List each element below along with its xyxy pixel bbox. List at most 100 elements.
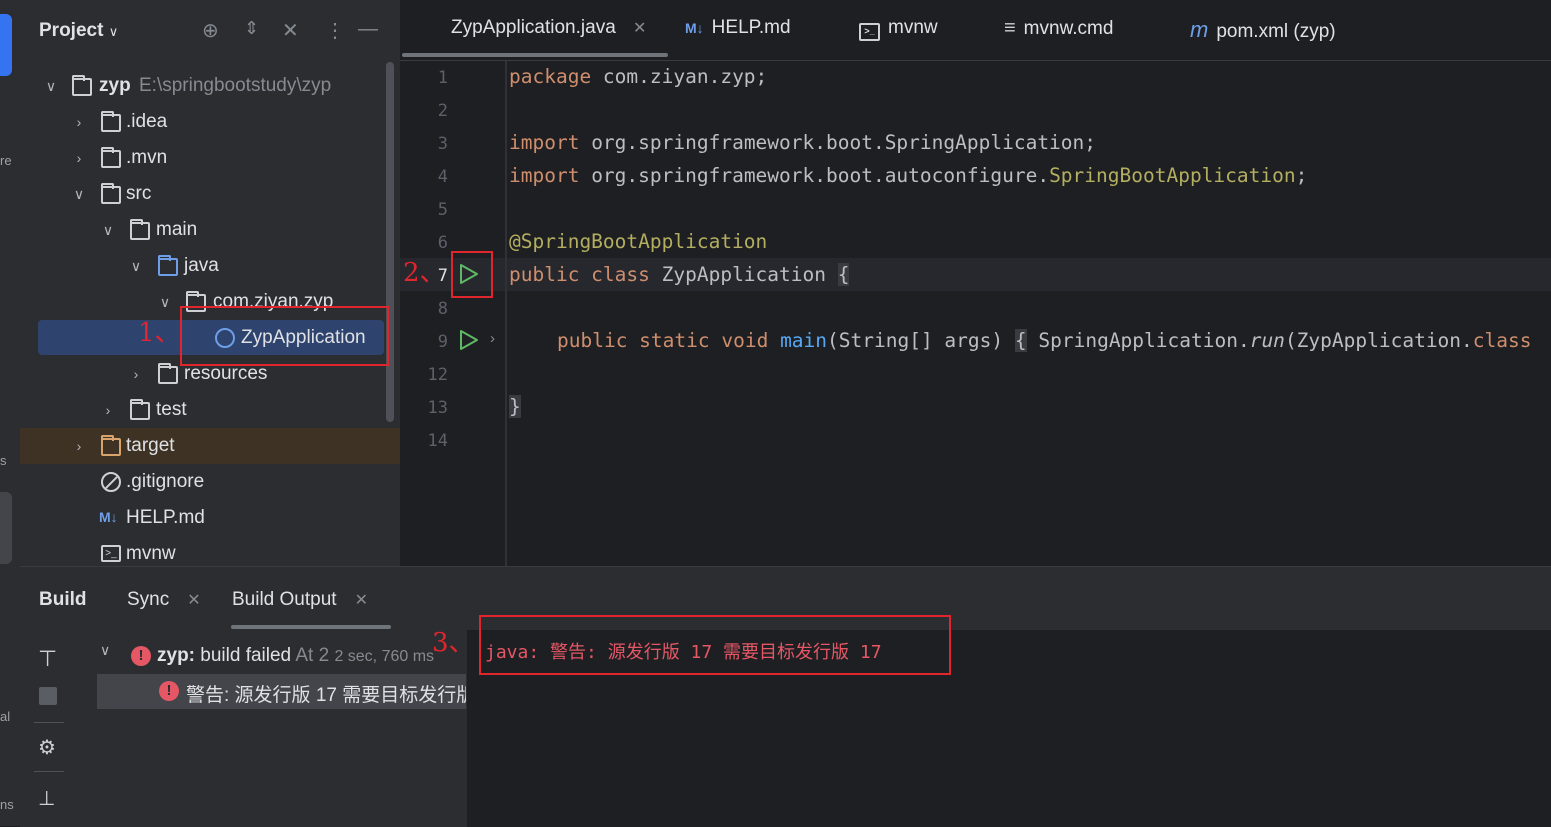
tree-item-main[interactable]: ∨ main bbox=[20, 212, 400, 248]
fold-chevron-icon[interactable]: › bbox=[490, 330, 495, 347]
source-folder-icon bbox=[158, 255, 178, 276]
build-duration: 2 sec, 760 ms bbox=[334, 648, 435, 665]
tree-item-label: .mvn bbox=[126, 147, 168, 168]
terminal-icon: >_ bbox=[859, 23, 880, 41]
code-token: run bbox=[1249, 329, 1285, 352]
tree-item-test[interactable]: › test bbox=[20, 392, 400, 428]
line-number: 3 bbox=[437, 134, 448, 154]
tree-item-gitignore[interactable]: .gitignore bbox=[20, 464, 400, 500]
tree-item-label: src bbox=[126, 183, 152, 204]
tree-item-target[interactable]: › target bbox=[20, 428, 400, 464]
chevron-right-icon[interactable]: › bbox=[127, 356, 145, 392]
code-token: main bbox=[768, 329, 828, 352]
tree-item-label: zyp bbox=[99, 75, 131, 96]
chevron-down-icon[interactable]: ∨ bbox=[127, 248, 145, 284]
tab-build-output[interactable]: Build Output ✕ bbox=[232, 589, 368, 611]
project-title[interactable]: Project ∨ bbox=[39, 20, 118, 42]
tab-label: Build Output bbox=[232, 589, 337, 610]
build-tree-root[interactable]: ∨ ! zyp: build failed At 2 2 sec, 760 ms bbox=[80, 638, 466, 674]
code-line-13: } bbox=[509, 395, 521, 418]
tree-item-help-md[interactable]: M↓ HELP.md bbox=[20, 500, 400, 536]
hammer-icon[interactable]: ⊤ bbox=[38, 646, 57, 672]
chevron-down-icon[interactable]: ∨ bbox=[70, 176, 88, 212]
tree-item-label: test bbox=[156, 399, 187, 420]
chevron-right-icon[interactable]: › bbox=[70, 104, 88, 140]
close-icon[interactable]: ✕ bbox=[355, 592, 368, 609]
tree-item-label: mvnw bbox=[126, 543, 176, 564]
build-tree-warning[interactable]: ! 警告: 源发行版 17 需要目标发行版 bbox=[97, 674, 466, 709]
tab-zypapplication-java[interactable]: ZypApplication.java ✕ bbox=[451, 17, 646, 39]
tab-sync[interactable]: Sync ✕ bbox=[127, 589, 201, 611]
code-line-9: public static void main(String[] args) {… bbox=[557, 329, 1531, 352]
text-file-icon: ≡ bbox=[1004, 17, 1016, 39]
chevron-right-icon[interactable]: › bbox=[99, 392, 117, 428]
error-icon: ! bbox=[131, 646, 151, 666]
strip-label: re bbox=[0, 153, 12, 168]
chevron-down-icon[interactable]: ∨ bbox=[99, 212, 117, 248]
tree-item-idea[interactable]: › .idea bbox=[20, 104, 400, 140]
tab-pom-xml[interactable]: m pom.xml (zyp) bbox=[1190, 17, 1336, 43]
run-main-icon[interactable] bbox=[458, 329, 480, 351]
tree-item-label: java bbox=[184, 255, 219, 276]
folder-icon bbox=[101, 111, 121, 132]
stop-icon[interactable] bbox=[39, 687, 57, 705]
locate-icon[interactable]: ⊕ bbox=[202, 18, 219, 43]
more-options-icon[interactable]: ⋮ bbox=[325, 18, 345, 43]
code-token: com.ziyan.zyp; bbox=[591, 65, 768, 88]
chevron-down-icon[interactable]: ∨ bbox=[100, 642, 110, 659]
ignore-file-icon bbox=[101, 472, 121, 492]
hide-panel-icon[interactable]: — bbox=[358, 18, 378, 41]
annotation-box-1 bbox=[180, 306, 389, 366]
expand-all-icon[interactable]: ⇕ bbox=[244, 18, 259, 39]
code-token: { bbox=[837, 263, 850, 286]
chevron-right-icon[interactable]: › bbox=[70, 428, 88, 464]
tab-label: mvnw.cmd bbox=[1023, 18, 1114, 39]
chevron-down-icon[interactable]: ∨ bbox=[42, 68, 60, 104]
active-tab-indicator bbox=[231, 625, 391, 629]
tree-item-src[interactable]: ∨ src bbox=[20, 176, 400, 212]
project-tool-button[interactable] bbox=[0, 14, 12, 76]
code-token: @SpringBootApplication bbox=[509, 230, 768, 253]
line-number: 2 bbox=[437, 101, 448, 121]
code-token: ; bbox=[1295, 164, 1308, 187]
build-project-name: zyp: bbox=[157, 645, 195, 666]
code-token: import bbox=[509, 131, 580, 154]
folded-code-marker[interactable]: { bbox=[1014, 329, 1027, 352]
tab-help-md[interactable]: M↓ HELP.md bbox=[685, 17, 791, 39]
resources-folder-icon bbox=[158, 363, 178, 384]
code-editor[interactable]: 1 2 3 4 5 6 7 8 9 12 13 14 › package com… bbox=[400, 61, 1551, 566]
tree-item-zyp[interactable]: ∨ zyp E:\springbootstudy\zyp bbox=[20, 68, 400, 104]
build-time: At 2 bbox=[291, 645, 330, 666]
tree-item-label: HELP.md bbox=[126, 507, 205, 528]
module-folder-icon bbox=[72, 75, 92, 96]
close-icon[interactable]: ✕ bbox=[187, 592, 200, 609]
tree-item-mvn[interactable]: › .mvn bbox=[20, 140, 400, 176]
terminal-icon: >_ bbox=[101, 545, 121, 562]
tree-item-java[interactable]: ∨ java bbox=[20, 248, 400, 284]
tab-mvnw-cmd[interactable]: ≡ mvnw.cmd bbox=[1004, 17, 1113, 40]
collapse-all-icon[interactable]: ✕ bbox=[282, 18, 299, 43]
editor-tab-bar: ZypApplication.java ✕ M↓ HELP.md >_ mvnw ≡… bbox=[400, 0, 1551, 61]
gear-icon[interactable]: ⚙ bbox=[38, 735, 56, 760]
build-tool-button[interactable] bbox=[0, 492, 12, 564]
close-icon[interactable]: ✕ bbox=[633, 20, 646, 37]
strip-label: s bbox=[0, 453, 7, 468]
line-number: 1 bbox=[437, 68, 448, 88]
code-token: org.springframework.boot.autoconfigure. bbox=[579, 164, 1050, 187]
project-header: Project ∨ ⊕ ⇕ ✕ ⋮ — bbox=[20, 0, 400, 62]
chevron-right-icon[interactable]: › bbox=[70, 140, 88, 176]
gutter-divider bbox=[505, 61, 507, 566]
build-tree: ∨ ! zyp: build failed At 2 2 sec, 760 ms… bbox=[80, 630, 466, 827]
pin-icon[interactable]: ⊥ bbox=[38, 786, 55, 811]
folder-icon bbox=[130, 399, 150, 420]
toolbar-divider bbox=[34, 722, 64, 723]
code-line-1: package com.ziyan.zyp; bbox=[509, 65, 767, 88]
code-token: ZypApplication bbox=[649, 263, 838, 286]
line-number: 6 bbox=[437, 233, 448, 253]
project-scrollbar[interactable] bbox=[386, 62, 394, 422]
tab-mvnw[interactable]: >_ mvnw bbox=[859, 17, 938, 41]
annotation-label-1: 1、 bbox=[138, 318, 181, 348]
tree-item-mvnw[interactable]: >_ mvnw bbox=[20, 536, 400, 566]
markdown-icon: M↓ bbox=[685, 20, 704, 36]
code-token: SpringApplication. bbox=[1026, 329, 1250, 352]
